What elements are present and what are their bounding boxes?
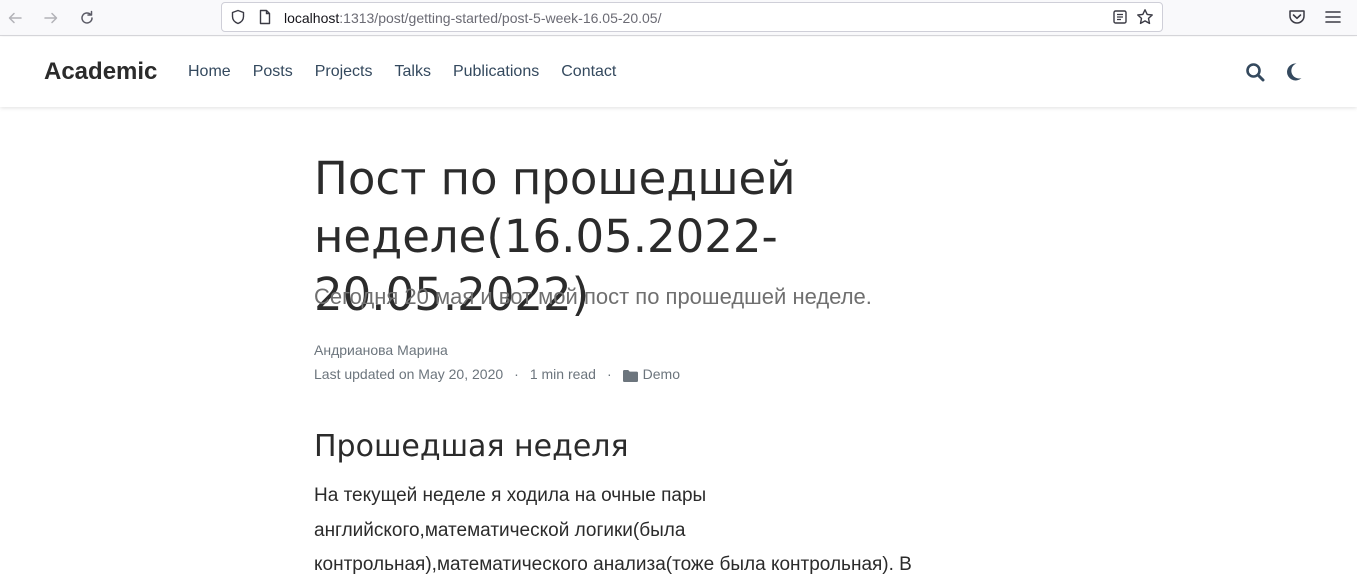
section-heading: Прошедшая неделя — [314, 429, 629, 464]
category-link[interactable]: Demo — [643, 365, 680, 383]
forward-arrow-icon[interactable] — [40, 7, 62, 29]
author-name[interactable]: Андрианова Марина — [314, 341, 448, 359]
site-brand[interactable]: Academic — [44, 58, 157, 86]
site-header: Academic Home Posts Projects Talks Publi… — [0, 37, 1357, 107]
shield-icon[interactable] — [230, 9, 246, 25]
last-updated: Last updated on May 20, 2020 — [314, 366, 504, 382]
url-path: :1313/post/getting-started/post-5-week-1… — [339, 10, 662, 26]
read-time: 1 min read — [529, 366, 596, 382]
url-host: localhost — [284, 10, 340, 26]
menu-item-contact[interactable]: Contact — [561, 61, 616, 83]
back-arrow-icon[interactable] — [4, 7, 26, 29]
meta-separator: · — [514, 366, 519, 382]
reader-mode-icon[interactable] — [1112, 9, 1128, 25]
pocket-icon[interactable] — [1287, 7, 1307, 27]
menu-item-projects[interactable]: Projects — [315, 61, 373, 83]
browser-toolbar: localhost:1313/post/getting-started/post… — [0, 0, 1357, 36]
menu-item-talks[interactable]: Talks — [395, 61, 431, 83]
article-metadata: Last updated on May 20, 2020 · 1 min rea… — [314, 365, 680, 383]
article-subtitle: Сегодня 20 мая и вот мой пост по прошедш… — [314, 284, 872, 309]
page-icon[interactable] — [257, 9, 273, 25]
hamburger-menu-icon[interactable] — [1323, 7, 1343, 27]
address-bar[interactable]: localhost:1313/post/getting-started/post… — [221, 2, 1163, 32]
menu-item-posts[interactable]: Posts — [253, 61, 293, 83]
article-paragraph: На текущей неделе я ходила на очные пары… — [314, 479, 994, 575]
main-menu: Home Posts Projects Talks Publications C… — [188, 61, 638, 83]
folder-icon — [622, 368, 638, 382]
menu-item-publications[interactable]: Publications — [453, 61, 539, 83]
menu-item-home[interactable]: Home — [188, 61, 231, 83]
search-icon[interactable] — [1245, 62, 1265, 82]
article-title-line-1: Пост по прошедшей — [314, 152, 796, 205]
paragraph-line: На текущей неделе я ходила на очные пары — [314, 485, 707, 506]
reload-icon[interactable] — [76, 7, 98, 29]
paragraph-line: английского,математической логики(была — [314, 519, 686, 541]
meta-separator: · — [606, 366, 612, 382]
moon-icon[interactable] — [1285, 62, 1303, 82]
article: Пост по прошедшей неделе(16.05.2022-20.0… — [314, 150, 1044, 575]
bookmark-star-icon[interactable] — [1136, 8, 1154, 26]
url-text[interactable]: localhost:1313/post/getting-started/post… — [284, 9, 661, 27]
paragraph-line: контрольная),математического анализа(тож… — [314, 554, 912, 575]
